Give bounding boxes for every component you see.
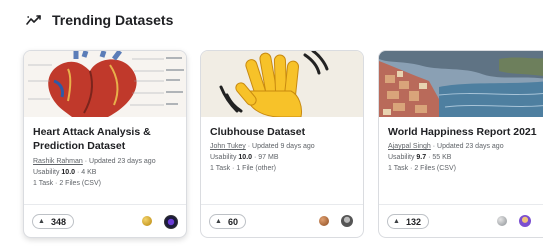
- files-summary: 1 Task · 1 File (other): [210, 165, 277, 172]
- dataset-author-line: Ajaypal Singh · Updated 23 days ago: [388, 141, 542, 152]
- usability-label: Usability: [33, 169, 60, 176]
- heart-anatomy-image[interactable]: [24, 51, 186, 117]
- usability-label: Usability: [388, 154, 415, 161]
- section-title: Trending Datasets: [52, 12, 174, 28]
- section-header: Trending Datasets: [26, 10, 173, 30]
- trending-line-icon: [26, 15, 41, 25]
- dataset-author-line: John Tukey · Updated 9 days ago: [210, 141, 357, 152]
- avatar[interactable]: [164, 215, 178, 229]
- dataset-title[interactable]: Heart Attack Analysis & Prediction Datas…: [33, 125, 180, 153]
- file-size: · 55 KB: [428, 154, 452, 161]
- usability-line: Usability 10.0 · 97 MB: [210, 152, 357, 163]
- card-footer: ▲ 60: [201, 204, 363, 237]
- files-summary: 1 Task · 2 Files (CSV): [388, 165, 456, 172]
- usability-line: Usability 9.7 · 55 KB: [388, 152, 542, 163]
- vote-count: 132: [405, 216, 421, 227]
- dataset-title[interactable]: Clubhouse Dataset: [210, 125, 357, 139]
- upvote-button[interactable]: ▲ 60: [209, 214, 246, 229]
- avatar[interactable]: [519, 215, 531, 227]
- dataset-author-line: Rashik Rahman · Updated 23 days ago: [33, 156, 180, 167]
- vote-count: 348: [50, 216, 66, 227]
- upvote-button[interactable]: ▲ 348: [32, 214, 74, 229]
- upvote-arrow-icon: ▲: [215, 218, 222, 225]
- files-summary: 1 Task · 2 Files (CSV): [33, 180, 101, 187]
- author-link[interactable]: John Tukey: [210, 143, 246, 150]
- avatar[interactable]: [341, 215, 353, 227]
- bronze-medal-icon: [319, 216, 329, 226]
- upvote-button[interactable]: ▲ 132: [387, 214, 429, 229]
- upvote-arrow-icon: ▲: [38, 218, 45, 225]
- updated-text: · Updated 23 days ago: [84, 158, 156, 165]
- usability-label: Usability: [210, 154, 237, 161]
- dataset-card-clubhouse[interactable]: Clubhouse Dataset John Tukey · Updated 9…: [200, 50, 364, 238]
- trending-datasets-panel: Trending Datasets Heart Attack Analysis …: [0, 0, 543, 247]
- author-link[interactable]: Rashik Rahman: [33, 158, 83, 165]
- updated-text: · Updated 23 days ago: [432, 143, 504, 150]
- updated-text: · Updated 9 days ago: [247, 143, 315, 150]
- usability-score: 10.0: [238, 154, 253, 161]
- usability-line: Usability 10.0 · 4 KB: [33, 167, 180, 178]
- dataset-card-world-happiness[interactable]: World Happiness Report 2021 Ajaypal Sing…: [378, 50, 543, 238]
- coastal-town-image[interactable]: [379, 51, 543, 117]
- card-footer: ▲ 132: [379, 204, 543, 237]
- vote-count: 60: [227, 216, 238, 227]
- waving-hand-image[interactable]: [201, 51, 363, 117]
- dataset-card-heart-attack[interactable]: Heart Attack Analysis & Prediction Datas…: [23, 50, 187, 238]
- silver-medal-icon: [497, 216, 507, 226]
- file-size: · 4 KB: [76, 169, 97, 176]
- author-link[interactable]: Ajaypal Singh: [388, 143, 431, 150]
- usability-score: 10.0: [61, 169, 76, 176]
- dataset-title[interactable]: World Happiness Report 2021: [388, 125, 542, 139]
- usability-score: 9.7: [416, 154, 427, 161]
- gold-medal-icon: [142, 216, 152, 226]
- file-size: · 97 MB: [253, 154, 279, 161]
- card-footer: ▲ 348: [24, 204, 186, 237]
- upvote-arrow-icon: ▲: [393, 218, 400, 225]
